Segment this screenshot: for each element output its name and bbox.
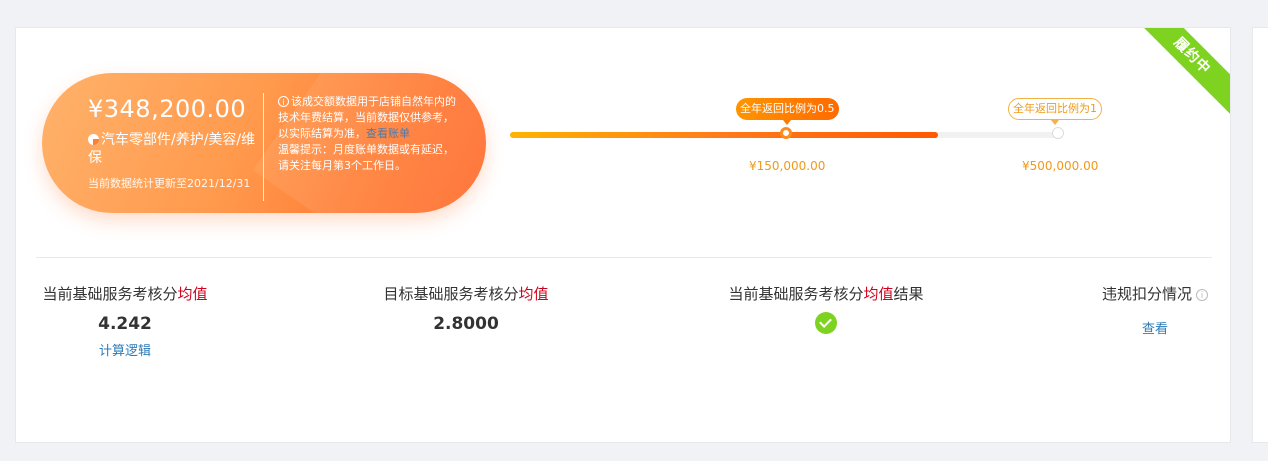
target-score-stat: 目标基础服务考核分均值 2.8000 bbox=[377, 283, 555, 334]
milestone-tag-2: 全年返回比例为1 bbox=[1008, 98, 1102, 125]
status-ribbon: 履约中 bbox=[1125, 28, 1230, 123]
milestone-value-1: ¥150,000.00 bbox=[749, 159, 826, 173]
view-bill-link[interactable]: 查看账单 bbox=[366, 127, 410, 140]
view-violations-link[interactable]: 查看 bbox=[1096, 318, 1214, 337]
info-note: i 该成交额数据用于店铺自然年内的技术年费结算，当前数据仅供参考，以实际结算为准，… bbox=[278, 95, 456, 172]
current-score-value: 4.242 bbox=[98, 314, 152, 334]
category-label: 汽车零部件/养护/美容/维保 bbox=[88, 132, 256, 166]
category-icon bbox=[88, 134, 99, 145]
stat-title: 目标基础服务考核分均值 bbox=[383, 285, 549, 303]
transaction-amount: ¥348,200.00 bbox=[88, 95, 247, 123]
violation-stat: 违规扣分情况 i 查看 bbox=[1096, 283, 1214, 337]
tip-text: 温馨提示：月度账单数据或有延迟，请关注每月第3个工作日。 bbox=[278, 143, 454, 172]
target-score-value: 2.8000 bbox=[433, 314, 499, 334]
contract-card: 履约中 ¥348,200.00 汽车零部件/养护/美容/维保 当前数据统计更新至… bbox=[15, 27, 1231, 443]
adjacent-card bbox=[1252, 27, 1268, 443]
divider bbox=[263, 93, 264, 201]
amount-summary: ¥348,200.00 汽车零部件/养护/美容/维保 当前数据统计更新至2021… bbox=[42, 73, 486, 213]
milestone-dot-1 bbox=[780, 127, 792, 139]
score-result-stat: 当前基础服务考核分均值结果 bbox=[719, 283, 933, 338]
section-divider bbox=[36, 257, 1212, 258]
milestone-value-2: ¥500,000.00 bbox=[1022, 159, 1099, 173]
info-icon: i bbox=[278, 96, 289, 107]
stat-title: 当前基础服务考核分均值 bbox=[42, 285, 208, 303]
update-note: 当前数据统计更新至2021/12/31 bbox=[88, 177, 251, 190]
stat-title: 违规扣分情况 i bbox=[1096, 283, 1214, 304]
calc-logic-link[interactable]: 计算逻辑 bbox=[36, 340, 214, 359]
milestone-dot-2 bbox=[1052, 127, 1064, 139]
info-icon[interactable]: i bbox=[1196, 289, 1208, 301]
check-icon bbox=[815, 312, 837, 334]
progress-track bbox=[510, 127, 1064, 139]
milestone-tag-1: 全年返回比例为0.5 bbox=[736, 98, 839, 125]
current-score-stat: 当前基础服务考核分均值 4.242 计算逻辑 bbox=[36, 283, 214, 359]
stat-title: 当前基础服务考核分均值结果 bbox=[728, 285, 924, 303]
progress-fill bbox=[510, 132, 938, 138]
